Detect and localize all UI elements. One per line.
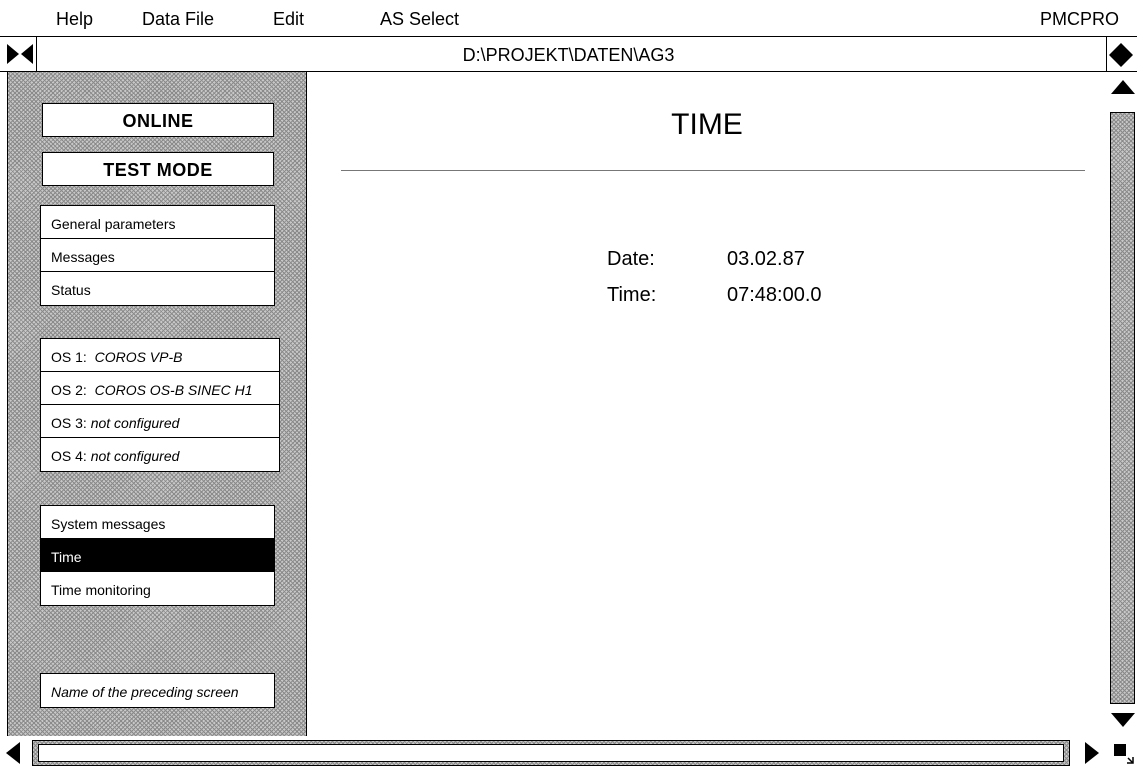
preceding-screen-group: Name of the preceding screen (40, 673, 275, 708)
test-mode-button[interactable]: TEST MODE (42, 152, 274, 186)
horizontal-scroll-thumb[interactable] (38, 744, 1064, 762)
system-nav-group: System messages Time Time monitoring (40, 505, 275, 606)
nav-os-4[interactable]: OS 4: not configured (41, 438, 279, 471)
time-value: 07:48:00.0 (727, 284, 822, 306)
os-4-value: not configured (90, 448, 180, 464)
window-path: D:\PROJEKT\DATEN\AG3 (462, 45, 675, 65)
resize-corner-icon[interactable] (1112, 742, 1134, 769)
nav-messages[interactable]: Messages (41, 239, 274, 272)
nav-time-monitoring[interactable]: Time monitoring (41, 572, 274, 605)
menu-data-file[interactable]: Data File (142, 9, 214, 30)
nav-general-parameters[interactable]: General parameters (41, 206, 274, 239)
horizontal-scroll-track[interactable] (32, 740, 1070, 766)
os-4-prefix: OS 4: (51, 448, 87, 464)
os-2-value: COROS OS-B SINEC H1 (94, 382, 253, 398)
main-content: TIME Date: 03.02.87 Time: 07:48:00.0 (307, 72, 1107, 736)
vertical-scroll-track[interactable] (1110, 112, 1135, 704)
page-title: TIME (671, 108, 743, 141)
title-divider (341, 170, 1085, 171)
nav-os-2[interactable]: OS 2: COROS OS-B SINEC H1 (41, 372, 279, 405)
os-3-prefix: OS 3: (51, 415, 87, 431)
triangle-up-icon[interactable] (1111, 80, 1135, 99)
nav-os-1[interactable]: OS 1: COROS VP-B (41, 339, 279, 372)
menu-edit[interactable]: Edit (273, 9, 304, 30)
menu-bar: Help Data File Edit AS Select PMCPRO (0, 0, 1137, 36)
triangle-right-icon[interactable] (1085, 742, 1099, 769)
preceding-screen-button[interactable]: Name of the preceding screen (41, 674, 274, 707)
nav-status[interactable]: Status (41, 272, 274, 305)
menu-help[interactable]: Help (56, 9, 93, 30)
nav-time[interactable]: Time (41, 539, 274, 572)
menu-as-select[interactable]: AS Select (380, 9, 459, 30)
date-value: 03.02.87 (727, 248, 805, 270)
nav-os-3[interactable]: OS 3: not configured (41, 405, 279, 438)
os-2-prefix: OS 2: (51, 382, 87, 398)
os-3-value: not configured (90, 415, 180, 431)
os-nav-group: OS 1: COROS VP-B OS 2: COROS OS-B SINEC … (40, 338, 280, 472)
time-label: Time: (607, 284, 657, 306)
title-divider-right (1106, 37, 1107, 73)
vertical-scrollbar[interactable] (1108, 72, 1137, 736)
diamond-icon[interactable] (1109, 43, 1133, 67)
triangle-left-icon[interactable] (6, 742, 20, 769)
os-1-value: COROS VP-B (94, 349, 183, 365)
triangle-down-icon[interactable] (1111, 713, 1135, 732)
online-button[interactable]: ONLINE (42, 103, 274, 137)
sidebar: ONLINE TEST MODE General parameters Mess… (7, 72, 307, 736)
horizontal-scrollbar[interactable] (0, 736, 1137, 769)
date-label: Date: (607, 248, 655, 270)
os-1-prefix: OS 1: (51, 349, 87, 365)
nav-system-messages[interactable]: System messages (41, 506, 274, 539)
app-name: PMCPRO (1040, 9, 1120, 29)
general-nav-group: General parameters Messages Status (40, 205, 275, 306)
window-title-bar: D:\PROJEKT\DATEN\AG3 (0, 36, 1137, 73)
